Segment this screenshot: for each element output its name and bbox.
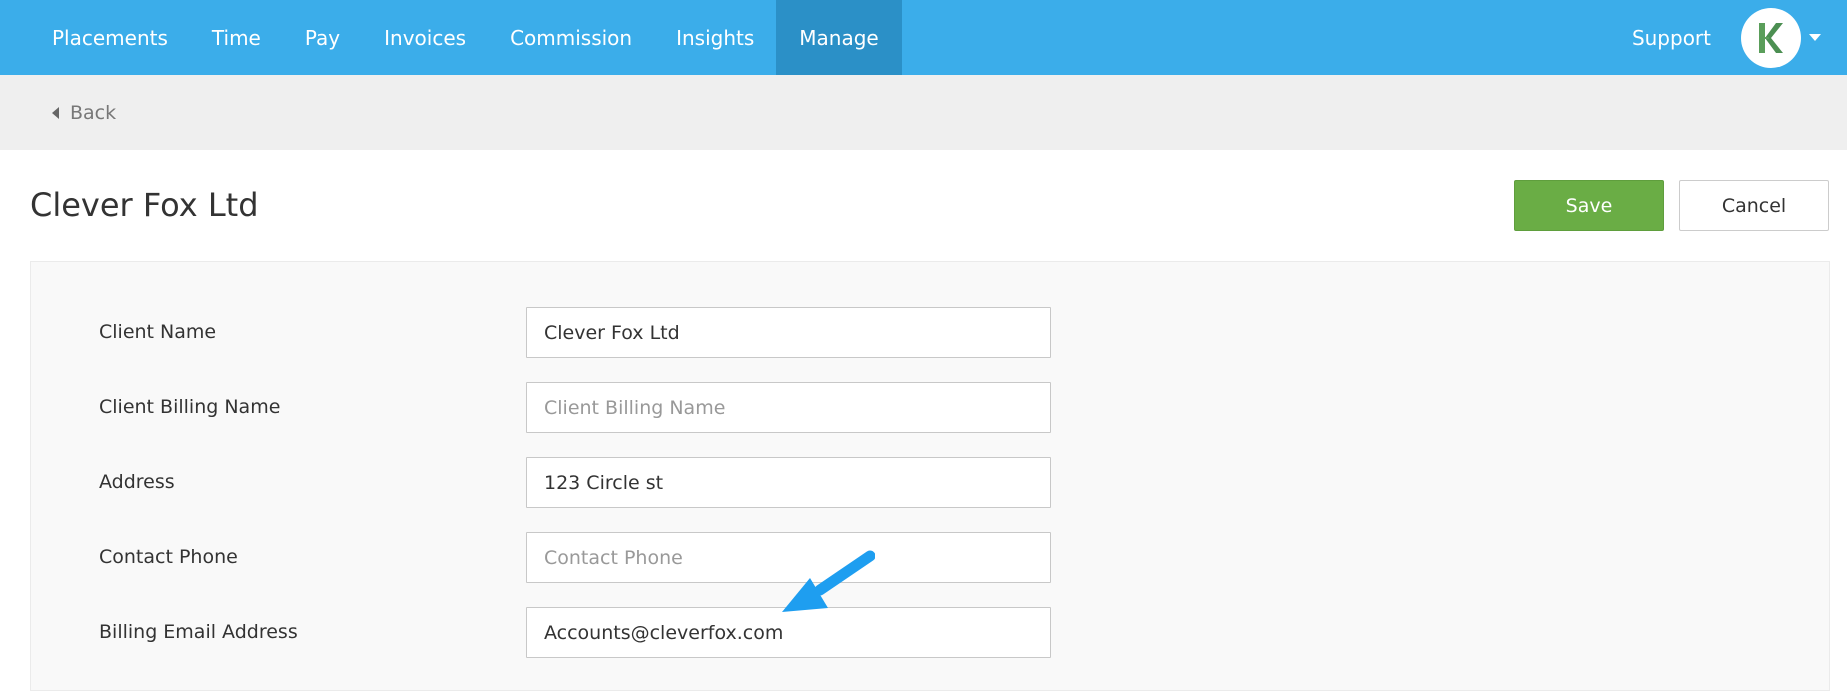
save-button[interactable]: Save [1514, 180, 1664, 231]
user-menu[interactable] [1741, 0, 1847, 75]
address-input[interactable] [526, 457, 1051, 508]
form-row-address: Address [31, 457, 1829, 508]
nav-support[interactable]: Support [1610, 0, 1741, 75]
nav-invoices[interactable]: Invoices [362, 0, 488, 75]
avatar[interactable] [1741, 7, 1801, 68]
sub-toolbar: Back [0, 75, 1847, 150]
nav-placements[interactable]: Placements [0, 0, 190, 75]
nav-time[interactable]: Time [190, 0, 283, 75]
nav-pay[interactable]: Pay [283, 0, 362, 75]
contact-phone-label: Contact Phone [99, 546, 238, 568]
top-navigation: Placements Time Pay Invoices Commission … [0, 0, 1847, 75]
form-row-client-billing-name: Client Billing Name [31, 382, 1829, 433]
nav-manage[interactable]: Manage [776, 0, 902, 75]
client-name-label: Client Name [99, 321, 217, 343]
chevron-down-icon [1809, 34, 1821, 41]
nav-insights[interactable]: Insights [654, 0, 776, 75]
form-row-contact-phone: Contact Phone [31, 532, 1829, 583]
nav-commission[interactable]: Commission [488, 0, 654, 75]
client-billing-name-input[interactable] [526, 382, 1051, 433]
client-form-panel: Client Name Client Billing Name Address … [30, 261, 1830, 691]
client-billing-name-label: Client Billing Name [99, 396, 281, 418]
caret-left-icon [52, 106, 59, 119]
back-link[interactable]: Back [52, 102, 116, 124]
cancel-button[interactable]: Cancel [1679, 180, 1829, 231]
client-name-input[interactable] [526, 307, 1051, 358]
page-title: Clever Fox Ltd [30, 186, 259, 224]
billing-email-label: Billing Email Address [99, 621, 298, 643]
annotation-arrow-icon [782, 550, 875, 612]
form-row-billing-email: Billing Email Address [31, 607, 1829, 658]
back-label: Back [70, 101, 117, 124]
kk-logo-icon [1759, 22, 1783, 53]
address-label: Address [99, 471, 175, 493]
form-row-client-name: Client Name [31, 307, 1829, 358]
